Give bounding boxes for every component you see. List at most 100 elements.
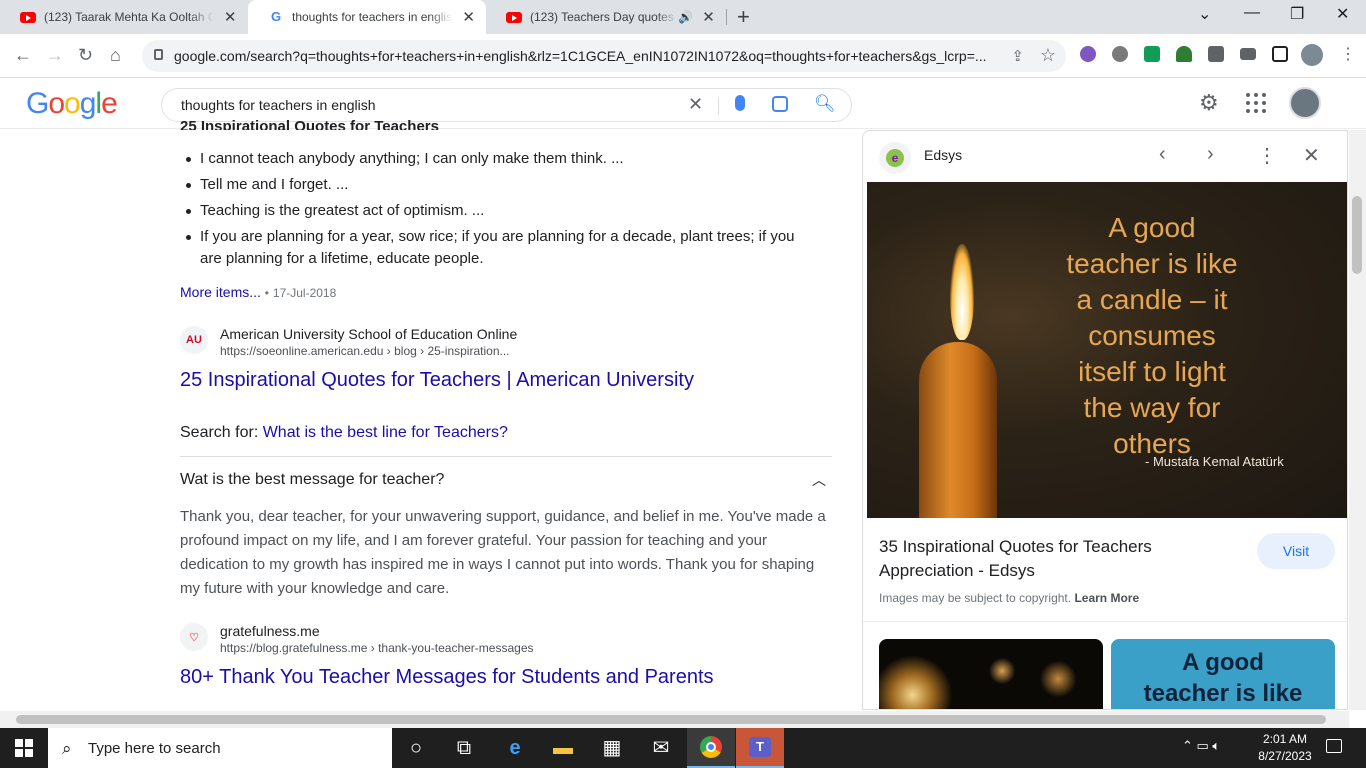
- result-title-link[interactable]: 25 Inspirational Quotes for Teachers | A…: [180, 369, 694, 392]
- windows-logo-icon: [15, 739, 33, 757]
- site-name: gratefulness.me: [220, 623, 320, 639]
- american-university-favicon: AU: [180, 326, 208, 354]
- taskbar-search-placeholder[interactable]: Type here to search: [88, 740, 221, 757]
- result-source[interactable]: AU American University School of Educati…: [180, 326, 517, 358]
- quote-line: A good: [1108, 212, 1196, 243]
- result-title-link[interactable]: 80+ Thank You Teacher Messages for Stude…: [180, 666, 714, 689]
- result-source[interactable]: ♡ gratefulness.me https://blog.gratefuln…: [180, 623, 534, 655]
- scrollbar-thumb[interactable]: [16, 715, 1326, 724]
- panel-title[interactable]: 35 Inspirational Quotes for Teachers App…: [879, 535, 1219, 583]
- close-tab-icon[interactable]: ✕: [701, 8, 716, 26]
- teams-icon: T: [749, 737, 771, 757]
- related-image-thumbnail[interactable]: [879, 639, 1103, 709]
- media-control-icon[interactable]: [1240, 48, 1256, 60]
- faq-answer: Thank you, dear teacher, for your unwave…: [180, 508, 826, 597]
- tab-google-search[interactable]: G thoughts for teachers in english - Goo…: [248, 0, 486, 34]
- search-for-link[interactable]: What is the best line for Teachers?: [263, 424, 508, 441]
- scrollbar-thumb[interactable]: [1352, 196, 1362, 274]
- taskbar-clock[interactable]: 2:01 AM 8/27/2023: [1255, 731, 1315, 765]
- account-avatar[interactable]: [1289, 87, 1321, 119]
- edge-icon[interactable]: e: [503, 736, 527, 760]
- extension-icon-3[interactable]: [1144, 46, 1160, 62]
- share-icon[interactable]: ⇪: [1011, 47, 1024, 65]
- search-input[interactable]: thoughts for teachers in english ✕ 🔍︎: [161, 88, 852, 122]
- system-tray[interactable]: ⌃ ▭ 🔈︎: [1182, 738, 1220, 754]
- task-view-icon[interactable]: ⧉: [452, 736, 476, 760]
- search-icon[interactable]: 🔍︎: [814, 94, 836, 114]
- restore-icon[interactable]: ❐: [1290, 4, 1304, 24]
- close-tab-icon[interactable]: ✕: [461, 8, 476, 26]
- faq-question[interactable]: Wat is the best message for teacher?: [180, 471, 444, 489]
- cortana-icon[interactable]: ○: [404, 736, 428, 760]
- horizontal-scrollbar[interactable]: [0, 711, 1349, 728]
- google-logo[interactable]: Google: [26, 87, 118, 121]
- tab-search-chevron-icon[interactable]: ⌄: [1198, 4, 1211, 24]
- teams-taskbar-button[interactable]: T: [736, 728, 784, 768]
- browser-toolbar: ← → ↻ ⌂ google.com/search?q=thoughts+for…: [0, 34, 1366, 78]
- close-window-icon[interactable]: ✕: [1336, 4, 1349, 24]
- reload-icon[interactable]: ↻: [78, 45, 93, 66]
- forward-icon[interactable]: →: [46, 45, 64, 66]
- browser-menu-icon[interactable]: ⋮: [1340, 44, 1356, 64]
- google-icon: G: [270, 9, 282, 24]
- settings-gear-icon[interactable]: ⚙: [1199, 90, 1219, 116]
- extension-icon-1[interactable]: [1080, 46, 1096, 62]
- learn-more-link[interactable]: Learn More: [1074, 591, 1139, 605]
- extension-icon-2[interactable]: [1112, 46, 1128, 62]
- edsys-logo: e: [879, 142, 911, 174]
- related-image-thumbnail[interactable]: A good teacher is like: [1111, 639, 1335, 709]
- clear-icon[interactable]: ✕: [688, 94, 703, 115]
- back-icon[interactable]: ←: [14, 45, 32, 66]
- divider: [863, 621, 1347, 622]
- preview-image[interactable]: A good teacher is like a candle – it con…: [867, 182, 1347, 518]
- divider: [180, 456, 832, 457]
- visit-button[interactable]: Visit: [1257, 533, 1335, 569]
- minimize-icon[interactable]: —: [1244, 4, 1260, 22]
- featured-snippet-list: I cannot teach anybody anything; I can o…: [186, 148, 820, 274]
- tab-title: (123) Taarak Mehta Ka Ooltah Chashmah: [44, 10, 215, 24]
- speaker-icon[interactable]: 🔊: [678, 10, 693, 24]
- more-items-link[interactable]: More items...: [180, 284, 261, 300]
- bookmark-star-icon[interactable]: ☆: [1040, 45, 1056, 66]
- file-explorer-icon[interactable]: ▬: [551, 736, 575, 760]
- lock-icon[interactable]: [154, 49, 163, 60]
- microsoft-store-icon[interactable]: ▦: [600, 736, 624, 760]
- tab-youtube-teachers-day[interactable]: (123) Teachers Day quotes in english 🔊 ✕: [486, 0, 726, 34]
- microphone-icon[interactable]: [735, 95, 745, 111]
- close-icon[interactable]: ✕: [1303, 143, 1320, 168]
- extensions-puzzle-icon[interactable]: [1208, 46, 1224, 62]
- more-options-icon[interactable]: ⋮: [1257, 143, 1277, 168]
- start-button[interactable]: [0, 728, 48, 768]
- tab-title: (123) Teachers Day quotes in english: [530, 10, 678, 24]
- taskbar-search-box[interactable]: ⌕ Type here to search: [48, 728, 392, 768]
- quote-line: teacher is like: [1066, 248, 1238, 279]
- new-tab-icon[interactable]: +: [737, 4, 750, 30]
- profile-avatar[interactable]: [1301, 44, 1323, 66]
- extension-icon-4[interactable]: [1176, 46, 1192, 62]
- search-query[interactable]: thoughts for teachers in english: [181, 97, 376, 113]
- list-item: If you are planning for a year, sow rice…: [186, 226, 820, 270]
- vertical-scrollbar[interactable]: [1349, 130, 1366, 710]
- side-panel-icon[interactable]: [1272, 46, 1288, 62]
- google-lens-icon[interactable]: [772, 96, 788, 112]
- chrome-taskbar-button[interactable]: [687, 728, 735, 768]
- windows-taskbar: ⌕ Type here to search ○ ⧉ e ▬ ▦ ✉ T ⌃ ▭ …: [0, 728, 1366, 768]
- divider: [718, 97, 719, 115]
- list-item: I cannot teach anybody anything; I can o…: [186, 148, 820, 170]
- youtube-icon: [20, 11, 36, 23]
- close-tab-icon[interactable]: ✕: [222, 8, 238, 26]
- image-quote: A good teacher is like a candle – it con…: [1037, 210, 1267, 462]
- chevron-up-icon[interactable]: ︿: [812, 470, 826, 490]
- tab-youtube-taarak[interactable]: (123) Taarak Mehta Ka Ooltah Chashmah ✕: [0, 0, 248, 34]
- url-text[interactable]: google.com/search?q=thoughts+for+teacher…: [174, 48, 996, 64]
- address-bar[interactable]: google.com/search?q=thoughts+for+teacher…: [142, 40, 1066, 72]
- previous-icon[interactable]: ‹: [1159, 143, 1166, 166]
- home-icon[interactable]: ⌂: [110, 45, 121, 66]
- search-for-row: Search for: What is the best line for Te…: [180, 424, 508, 442]
- panel-source[interactable]: Edsys: [924, 147, 962, 163]
- youtube-icon: [506, 11, 522, 23]
- next-icon[interactable]: ›: [1207, 143, 1214, 166]
- google-apps-icon[interactable]: [1246, 93, 1266, 113]
- notifications-icon[interactable]: [1326, 739, 1342, 753]
- mail-icon[interactable]: ✉: [649, 736, 673, 760]
